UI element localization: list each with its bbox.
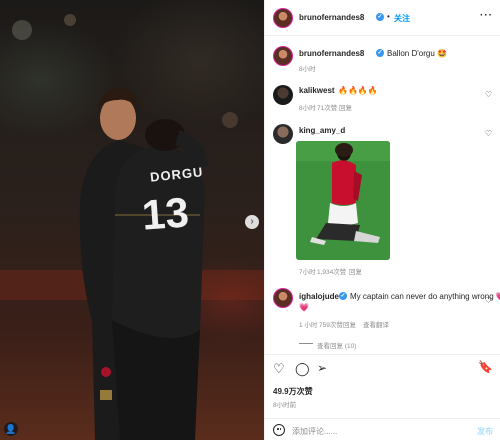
- view-replies-button[interactable]: 查看回复 (10): [317, 340, 356, 350]
- heart-icon[interactable]: ♡: [273, 362, 285, 375]
- players-illustration: [0, 14, 264, 440]
- comment-time: 8小时: [299, 105, 316, 112]
- comment-bar: 添加评论...... 发布: [265, 418, 500, 440]
- verified-icon: ✓: [339, 292, 347, 300]
- comment-avatar[interactable]: [273, 85, 293, 105]
- comment-username[interactable]: ighalojude: [299, 292, 339, 301]
- comment-time: 1 小时: [299, 322, 318, 329]
- caption-avatar[interactable]: [273, 46, 293, 66]
- verified-icon: ✓: [376, 13, 384, 21]
- comment-avatar[interactable]: [273, 288, 293, 308]
- reply-button[interactable]: 回复: [339, 102, 352, 112]
- comment-icon[interactable]: ◯: [295, 362, 310, 375]
- comment-text: My captain can never do anything wrong 💗…: [350, 292, 500, 301]
- caption-username[interactable]: brunofernandes8: [299, 49, 364, 58]
- comment-username[interactable]: king_amy_d: [299, 126, 345, 135]
- jersey-number: 13: [140, 188, 191, 239]
- chevron-right-icon[interactable]: ›: [245, 215, 259, 229]
- comment-likes[interactable]: 71次赞: [317, 102, 337, 112]
- share-icon[interactable]: ➢: [317, 362, 327, 375]
- comment-like-icon[interactable]: ♡: [485, 90, 492, 99]
- comment-gif[interactable]: [296, 141, 390, 260]
- verified-icon: ✓: [376, 49, 384, 57]
- reply-button[interactable]: 回复: [349, 266, 362, 276]
- post-time: 8小时前: [273, 402, 297, 409]
- replies-divider: [299, 343, 313, 344]
- header-username[interactable]: brunofernandes8: [299, 13, 364, 22]
- translate-button[interactable]: 查看翻译: [363, 319, 389, 329]
- user-tag-icon[interactable]: 👤: [4, 422, 18, 436]
- kneeling-player-illustration: [296, 141, 390, 260]
- comment-input[interactable]: 添加评论......: [292, 426, 337, 437]
- comment-text-continued: 💗: [299, 303, 309, 312]
- avatar[interactable]: [273, 8, 293, 28]
- bookmark-icon[interactable]: 🔖: [478, 361, 493, 374]
- follow-button[interactable]: 关注: [394, 13, 410, 24]
- post-button[interactable]: 发布: [477, 426, 493, 437]
- post-header: brunofernandes8 ✓ • 关注 ···: [265, 0, 500, 36]
- comment-username[interactable]: kalikwest: [299, 86, 335, 95]
- caption-time: 8小时: [299, 66, 316, 73]
- comment-avatar[interactable]: [273, 124, 293, 144]
- caption-text: Ballon D'orgu 🤩: [387, 49, 447, 58]
- comment-like-icon[interactable]: ♡: [485, 129, 492, 138]
- comment-likes[interactable]: 759次赞: [319, 319, 343, 329]
- comment-time: 7小时: [299, 269, 316, 276]
- likes-count[interactable]: 49.9万次赞: [273, 386, 313, 397]
- comment-text: 🔥🔥🔥🔥: [338, 86, 378, 95]
- separator-dot: •: [387, 12, 390, 21]
- emoji-icon[interactable]: [273, 424, 285, 436]
- comment-like-icon[interactable]: ♡: [485, 296, 492, 305]
- reply-button[interactable]: 回复: [343, 319, 356, 329]
- action-bar: ♡ ◯ ➢ 🔖 49.9万次赞 8小时前: [265, 354, 500, 414]
- comment-likes[interactable]: 1,934次赞: [317, 266, 346, 276]
- post-photo[interactable]: DORGU 13 › 👤: [0, 0, 264, 440]
- more-icon[interactable]: ···: [480, 10, 493, 21]
